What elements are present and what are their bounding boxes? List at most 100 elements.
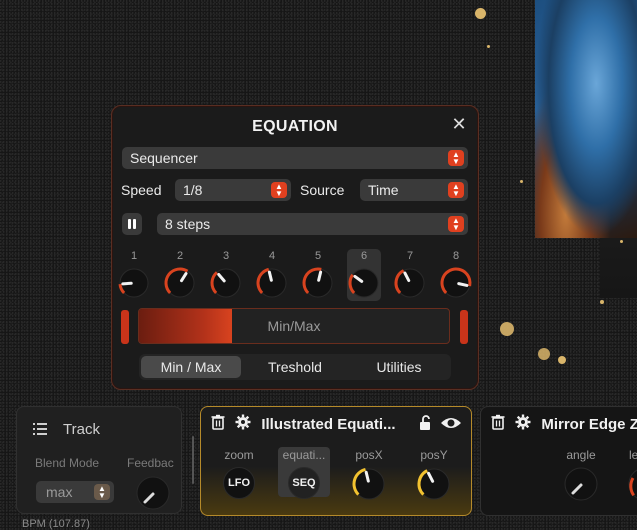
knob-pointer: [317, 270, 323, 282]
list-icon[interactable]: [33, 423, 47, 435]
source-select[interactable]: Time ▲ ▼: [360, 179, 468, 201]
param-zoom: zoom LFO: [213, 447, 265, 499]
modal-title: EQUATION: [252, 118, 338, 135]
gold-speck: [558, 356, 566, 364]
tab-treshold[interactable]: Treshold: [245, 356, 345, 378]
param-posx: posX: [343, 447, 395, 502]
mirror-edge-panel: Mirror Edge Z angle le: [480, 406, 637, 516]
step-knob[interactable]: [255, 266, 289, 300]
step-number: 3: [222, 250, 230, 262]
chevron-updown-icon: ▲ ▼: [448, 150, 464, 166]
knob-pointer: [121, 281, 133, 286]
param-posy: posY: [408, 447, 460, 502]
eye-icon[interactable]: [440, 415, 462, 435]
param-name: posX: [355, 448, 383, 462]
chevron-updown-icon: ▲ ▼: [94, 484, 110, 500]
param-angle: angle: [555, 447, 607, 502]
tab-min-max[interactable]: Min / Max: [141, 356, 241, 378]
knob-pointer: [364, 470, 370, 483]
step-knob[interactable]: [117, 266, 151, 300]
param-name: equati...: [282, 448, 326, 462]
min-handle[interactable]: [121, 310, 129, 344]
step-number: 6: [360, 250, 368, 262]
trash-icon[interactable]: [491, 414, 505, 434]
background-artwork-edge: [600, 238, 637, 298]
bpm-readout: BPM (107.87): [22, 518, 90, 530]
step-number: 7: [406, 250, 414, 262]
illustrated-equation-panel: Illustrated Equati... zoom LFO equati...…: [200, 406, 472, 516]
trash-icon[interactable]: [211, 414, 225, 434]
step-knob[interactable]: [347, 266, 381, 300]
steps-select[interactable]: 8 steps ▲ ▼: [157, 213, 468, 235]
seq-button[interactable]: SEQ: [288, 467, 320, 499]
track-panel: Track Blend Mode Feedbac max ▲ ▼: [16, 406, 182, 514]
step-number: 5: [314, 250, 322, 262]
knob-body: [349, 268, 379, 298]
chevron-updown-icon: ▲ ▼: [271, 182, 287, 198]
source-label: Source: [300, 182, 345, 198]
le-knob[interactable]: [627, 466, 637, 502]
panel-title: Illustrated Equati...: [261, 415, 396, 433]
steps-select-value: 8 steps: [165, 216, 211, 232]
blend-mode-select[interactable]: max ▲ ▼: [36, 481, 114, 503]
step-knob[interactable]: [301, 266, 335, 300]
step-knob[interactable]: [209, 266, 243, 300]
param-name: posY: [420, 448, 448, 462]
step-4: 4: [255, 249, 289, 301]
blend-mode-label: Blend Mode: [35, 456, 100, 470]
speed-select-value: 1/8: [183, 182, 203, 198]
gold-speck: [620, 240, 623, 243]
param-equation: equati... SEQ: [278, 447, 330, 499]
knob-pointer: [457, 282, 469, 287]
pause-button[interactable]: [122, 213, 142, 235]
posy-knob[interactable]: [416, 466, 452, 502]
panel-divider: [192, 436, 194, 484]
step-number: 8: [452, 250, 460, 262]
step-2: 2: [163, 249, 197, 301]
tab-utilities[interactable]: Utilities: [349, 356, 449, 378]
max-handle[interactable]: [460, 310, 468, 344]
gear-icon[interactable]: [235, 414, 251, 434]
step-knob[interactable]: [439, 266, 473, 300]
gold-speck: [600, 300, 604, 304]
unlock-icon[interactable]: [419, 415, 433, 435]
knob-pointer: [267, 270, 273, 282]
gear-icon[interactable]: [515, 414, 531, 434]
close-icon[interactable]: ✕: [450, 115, 468, 133]
angle-knob[interactable]: [563, 466, 599, 502]
speed-select[interactable]: 1/8 ▲ ▼: [175, 179, 291, 201]
step-knob[interactable]: [393, 266, 427, 300]
feedback-label: Feedbac: [127, 456, 174, 470]
equation-modal: EQUATION ✕ Sequencer ▲ ▼ Speed 1/8 ▲ ▼ Sou…: [111, 105, 479, 390]
mode-select[interactable]: Sequencer ▲ ▼: [122, 147, 468, 169]
pause-icon: [128, 219, 131, 229]
mode-select-value: Sequencer: [130, 150, 198, 166]
modal-tabs: Min / Max Treshold Utilities: [139, 354, 451, 380]
source-select-value: Time: [368, 182, 399, 198]
param-name: zoom: [224, 448, 254, 462]
step-7: 7: [393, 249, 427, 301]
gold-speck: [500, 322, 514, 336]
lfo-button[interactable]: LFO: [223, 467, 255, 499]
panel-title: Mirror Edge Z: [541, 415, 637, 433]
step-number: 4: [268, 250, 276, 262]
gold-speck: [538, 348, 550, 360]
step-1: 1: [117, 249, 151, 301]
gold-speck: [475, 8, 486, 19]
step-knob[interactable]: [163, 266, 197, 300]
step-number: 2: [176, 250, 184, 262]
gold-speck: [520, 180, 523, 183]
step-8: 8: [439, 249, 473, 301]
step-5: 5: [301, 249, 335, 301]
blend-mode-value: max: [46, 484, 73, 500]
gold-speck: [487, 45, 490, 48]
step-6: 6: [347, 249, 381, 301]
chevron-updown-icon: ▲ ▼: [448, 182, 464, 198]
feedback-knob[interactable]: [135, 475, 171, 511]
param-le: le: [615, 447, 637, 507]
param-name: le: [629, 448, 637, 462]
posx-knob[interactable]: [351, 466, 387, 502]
minmax-range-bar[interactable]: Min/Max: [138, 308, 450, 344]
step-number: 1: [130, 250, 138, 262]
track-title: Track: [63, 421, 100, 438]
